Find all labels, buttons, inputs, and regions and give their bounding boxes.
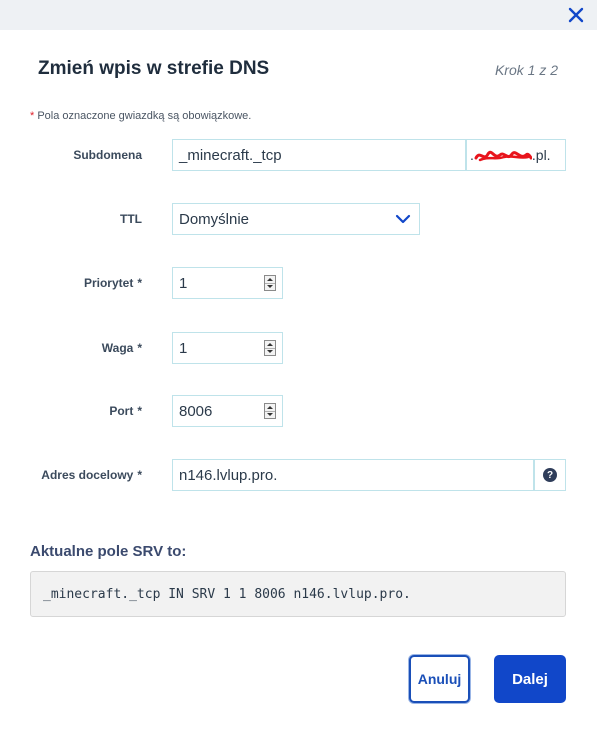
spinner-down-icon[interactable] (265, 348, 275, 355)
help-button[interactable]: ? (534, 459, 566, 491)
spinner-down-icon[interactable] (265, 283, 275, 290)
srv-record-preview: _minecraft._tcp IN SRV 1 1 8006 n146.lvl… (30, 571, 566, 617)
weight-input[interactable]: 1 (172, 332, 283, 364)
domain-suffix: . .pl. (466, 139, 566, 171)
priority-label-text: Priorytet (83, 276, 134, 290)
weight-label-text: Waga (101, 341, 134, 355)
close-icon (568, 7, 584, 23)
domain-suffix-end: .pl. (531, 147, 551, 163)
ttl-select[interactable]: Domyślnie (172, 203, 420, 235)
redaction-scribble (474, 150, 532, 162)
port-spinner[interactable] (264, 403, 276, 419)
srv-heading: Aktualne pole SRV to: (30, 543, 187, 560)
port-label: Port * (0, 404, 142, 418)
step-indicator: Krok 1 z 2 (494, 62, 558, 78)
ttl-label: TTL (0, 212, 142, 226)
required-star: * (30, 110, 35, 122)
weight-spinner[interactable] (264, 340, 276, 356)
subdomain-value: _minecraft._tcp (179, 146, 282, 164)
port-value: 8006 (179, 402, 213, 420)
cancel-button[interactable]: Anuluj (409, 655, 470, 703)
priority-required-star: * (137, 276, 142, 290)
priority-spinner[interactable] (264, 275, 276, 291)
port-input[interactable]: 8006 (172, 395, 283, 427)
ttl-label-text: TTL (120, 212, 142, 226)
target-label: Adres docelowy * (0, 468, 142, 482)
target-label-text: Adres docelowy (41, 468, 134, 482)
target-value: n146.lvlup.pro. (179, 466, 278, 484)
target-required-star: * (137, 468, 142, 482)
dialog-title: Zmień wpis w strefie DNS (38, 58, 270, 79)
target-input[interactable]: n146.lvlup.pro. (172, 459, 534, 491)
priority-label: Priorytet * (0, 276, 142, 290)
subdomain-label-text: Subdomena (73, 148, 142, 162)
priority-input[interactable]: 1 (172, 267, 283, 299)
srv-record-text: _minecraft._tcp IN SRV 1 1 8006 n146.lvl… (43, 586, 411, 602)
priority-value: 1 (179, 274, 188, 292)
close-button[interactable] (565, 4, 587, 26)
chevron-down-icon (395, 214, 411, 224)
weight-label: Waga * (0, 341, 142, 355)
ttl-value: Domyślnie (179, 210, 250, 228)
subdomain-input[interactable]: _minecraft._tcp (172, 139, 466, 171)
required-note: * Pola oznaczone gwiazdką są obowiązkowe… (30, 110, 251, 122)
required-note-text: Pola oznaczone gwiazdką są obowiązkowe. (37, 110, 252, 122)
port-required-star: * (137, 404, 142, 418)
question-icon: ? (543, 468, 557, 482)
weight-value: 1 (179, 339, 188, 357)
weight-required-star: * (137, 341, 142, 355)
spinner-down-icon[interactable] (265, 411, 275, 418)
dialog-topbar (0, 0, 597, 30)
next-button[interactable]: Dalej (494, 655, 566, 703)
subdomain-label: Subdomena (0, 148, 142, 162)
port-label-text: Port (109, 404, 134, 418)
